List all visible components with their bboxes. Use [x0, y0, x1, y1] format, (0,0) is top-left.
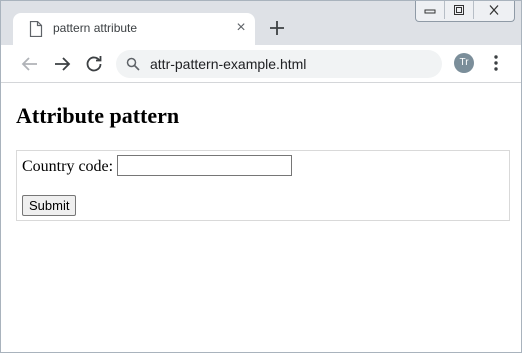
tab-strip: pattern attribute × — [1, 1, 521, 45]
browser-toolbar: attr-pattern-example.html Tr — [1, 45, 521, 83]
new-tab-plus-icon[interactable] — [267, 18, 287, 38]
restore-icon — [454, 5, 464, 15]
close-window-button[interactable] — [474, 1, 514, 19]
address-bar[interactable]: attr-pattern-example.html — [116, 50, 442, 78]
search-icon — [126, 57, 140, 71]
document-icon — [29, 21, 43, 37]
tab-close-icon[interactable]: × — [233, 19, 249, 37]
minimize-icon — [424, 9, 436, 14]
page-content: Attribute pattern Country code: Submit — [1, 83, 521, 352]
kebab-menu-icon[interactable] — [487, 53, 505, 73]
page-title: Attribute pattern — [16, 103, 180, 128]
country-form: Country code: Submit — [16, 150, 510, 221]
submit-button[interactable]: Submit — [22, 195, 77, 216]
close-icon — [489, 5, 499, 15]
window-controls — [415, 1, 515, 22]
minimize-button[interactable] — [416, 1, 445, 19]
browser-window: pattern attribute × attr-pattern-example… — [0, 0, 522, 353]
country-code-label: Country code: — [22, 158, 114, 175]
tab-title: pattern attribute — [53, 21, 138, 35]
country-code-input[interactable] — [117, 155, 292, 176]
back-arrow-icon[interactable] — [19, 53, 41, 75]
restore-button[interactable] — [445, 1, 474, 19]
profile-avatar[interactable]: Tr — [454, 53, 474, 73]
tab-active[interactable]: pattern attribute × — [13, 13, 255, 45]
reload-icon[interactable] — [83, 53, 105, 75]
forward-arrow-icon[interactable] — [51, 53, 73, 75]
address-text[interactable]: attr-pattern-example.html — [150, 56, 306, 72]
